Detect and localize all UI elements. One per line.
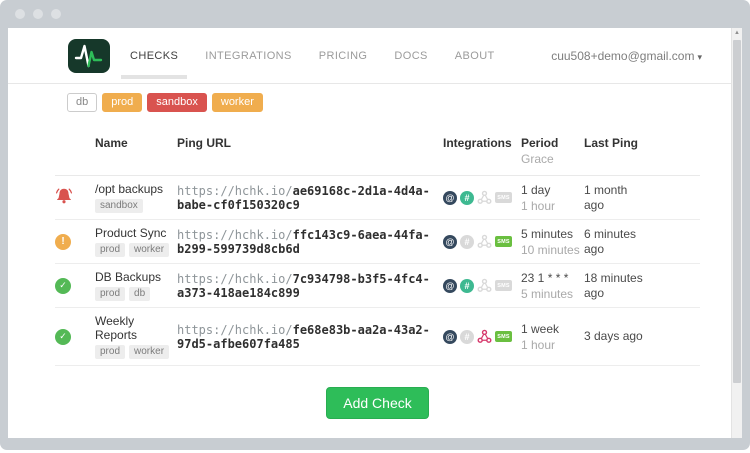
page-viewport: CHECKS INTEGRATIONS PRICING DOCS ABOUT cuu50…	[8, 28, 742, 438]
nav-item-docs[interactable]: DOCS	[394, 40, 427, 72]
check-grace: 10 minutes	[521, 243, 584, 257]
window-titlebar	[0, 0, 750, 28]
ping-url-prefix: https://hchk.io/	[177, 272, 293, 286]
check-tag: sandbox	[95, 199, 143, 213]
window-dot	[15, 9, 25, 19]
sms-icon: SMS	[495, 331, 512, 342]
browser-window: CHECKS INTEGRATIONS PRICING DOCS ABOUT cuu50…	[0, 0, 750, 450]
scrollbar-thumb[interactable]	[733, 40, 741, 383]
status-up-icon: ✓	[55, 278, 71, 294]
check-tags: sandbox	[95, 199, 177, 213]
check-period: 1 day	[521, 183, 584, 197]
tag-filter-worker[interactable]: worker	[212, 93, 263, 112]
add-check-button[interactable]: Add Check	[326, 387, 428, 419]
check-name[interactable]: DB Backups	[95, 270, 169, 284]
check-tag: worker	[129, 345, 169, 359]
nav-item-integrations[interactable]: INTEGRATIONS	[205, 40, 292, 72]
col-ping-url: Ping URL	[177, 128, 443, 176]
email-icon: @	[443, 330, 457, 344]
check-grace: 1 hour	[521, 199, 584, 213]
sms-icon: SMS	[495, 192, 512, 203]
caret-down-icon: ▾	[697, 52, 702, 62]
webhook-icon	[477, 234, 492, 249]
check-row: ! ✓ Product Sync prodworker https://hchk…	[55, 220, 700, 264]
status-late-icon: !	[55, 234, 71, 250]
col-grace: Grace	[521, 150, 584, 166]
ping-url-prefix: https://hchk.io/	[177, 323, 293, 337]
email-icon: @	[443, 235, 457, 249]
check-tag: worker	[129, 243, 169, 257]
check-tag: prod	[95, 243, 125, 257]
check-period: 23 1 * * *	[521, 271, 584, 285]
check-last-ping: 1 month ago	[584, 183, 648, 213]
check-name[interactable]: Weekly Reports	[95, 314, 169, 342]
scroll-up-icon[interactable]: ▲	[732, 28, 742, 39]
nav-item-about[interactable]: ABOUT	[455, 40, 495, 72]
nav-item-pricing[interactable]: PRICING	[319, 40, 368, 72]
window-dot	[51, 9, 61, 19]
check-tag: db	[129, 287, 150, 301]
window-dot	[33, 9, 43, 19]
tag-filters: dbprod sandbox worker	[67, 93, 700, 112]
heartbeat-icon	[72, 42, 106, 70]
email-icon: @	[443, 279, 457, 293]
check-last-ping: 18 minutes ago	[584, 271, 648, 301]
ping-url: https://hchk.io/7c934798-b3f5-4fc4-a373-…	[177, 264, 443, 308]
tag-filter-db[interactable]: db	[67, 93, 97, 112]
check-tags: prod worker	[95, 345, 177, 359]
slack-icon: #	[460, 330, 474, 344]
integration-icons: @ # SMS	[443, 190, 521, 205]
webhook-icon	[477, 190, 492, 205]
check-grace: 5 minutes	[521, 287, 584, 301]
account-menu[interactable]: cuu508+demo@gmail.com▾	[551, 49, 702, 63]
check-period: 1 week	[521, 322, 584, 336]
checks-table: Name Ping URL Integrations Period Grace …	[55, 128, 700, 366]
sms-icon: SMS	[495, 280, 512, 291]
ping-url-prefix: https://hchk.io/	[177, 184, 293, 198]
webhook-icon	[477, 329, 492, 344]
check-last-ping: 3 days ago	[584, 329, 648, 344]
check-name[interactable]: /opt backups	[95, 182, 169, 196]
check-name[interactable]: Product Sync	[95, 226, 169, 240]
integration-icons: @ # SMS	[443, 234, 521, 249]
slack-icon: #	[460, 279, 474, 293]
check-row: ! ✓ DB Backups proddb https://hchk.io/7c…	[55, 264, 700, 308]
check-period: 5 minutes	[521, 227, 584, 241]
ping-url: https://hchk.io/ffc143c9-6aea-44fa-b299-…	[177, 220, 443, 264]
webhook-icon	[477, 278, 492, 293]
checks-page: dbprodsandboxworker Name Ping URL Integr…	[8, 84, 742, 419]
status-down-icon	[55, 187, 73, 205]
integration-icons: @ # SMS	[443, 329, 521, 344]
ping-url: https://hchk.io/fe68e83b-aa2a-43a2-97d5-…	[177, 308, 443, 366]
healthchecks-logo[interactable]	[68, 39, 110, 73]
check-row: ! ✓ Weekly Reports prodworker https://hc…	[55, 308, 700, 366]
table-header-row: Name Ping URL Integrations Period Grace …	[55, 128, 700, 176]
app-header: CHECKS INTEGRATIONS PRICING DOCS ABOUT cuu50…	[8, 28, 732, 84]
sms-icon: SMS	[495, 236, 512, 247]
check-row: ! ✓ /opt backups sandbox https://hchk.io…	[55, 176, 700, 220]
check-last-ping: 6 minutes ago	[584, 227, 648, 257]
check-tags: prod worker	[95, 243, 177, 257]
main-nav: CHECKS INTEGRATIONS PRICING DOCS ABOUT	[130, 40, 495, 72]
col-name: Name	[95, 128, 177, 176]
integration-icons: @ # SMS	[443, 278, 521, 293]
slack-icon: #	[460, 235, 474, 249]
ping-url: https://hchk.io/ae69168c-2d1a-4d4a-babe-…	[177, 176, 443, 220]
ping-url-prefix: https://hchk.io/	[177, 228, 293, 242]
scrollbar[interactable]: ▲	[731, 28, 742, 438]
status-up-icon: ✓	[55, 329, 71, 345]
email-icon: @	[443, 191, 457, 205]
check-tags: proddb	[95, 287, 177, 301]
tag-filter-sandbox[interactable]: sandbox	[147, 93, 207, 112]
col-integrations: Integrations	[443, 128, 521, 176]
check-tag: prod	[95, 345, 125, 359]
slack-icon: #	[460, 191, 474, 205]
nav-item-checks[interactable]: CHECKS	[130, 40, 178, 72]
check-grace: 1 hour	[521, 338, 584, 352]
col-last-ping: Last Ping	[584, 128, 700, 176]
tag-filter-prod[interactable]: prod	[102, 93, 142, 112]
col-period: Period Grace	[521, 128, 584, 176]
check-tag: prod	[95, 287, 125, 301]
account-email: cuu508+demo@gmail.com	[551, 49, 694, 63]
